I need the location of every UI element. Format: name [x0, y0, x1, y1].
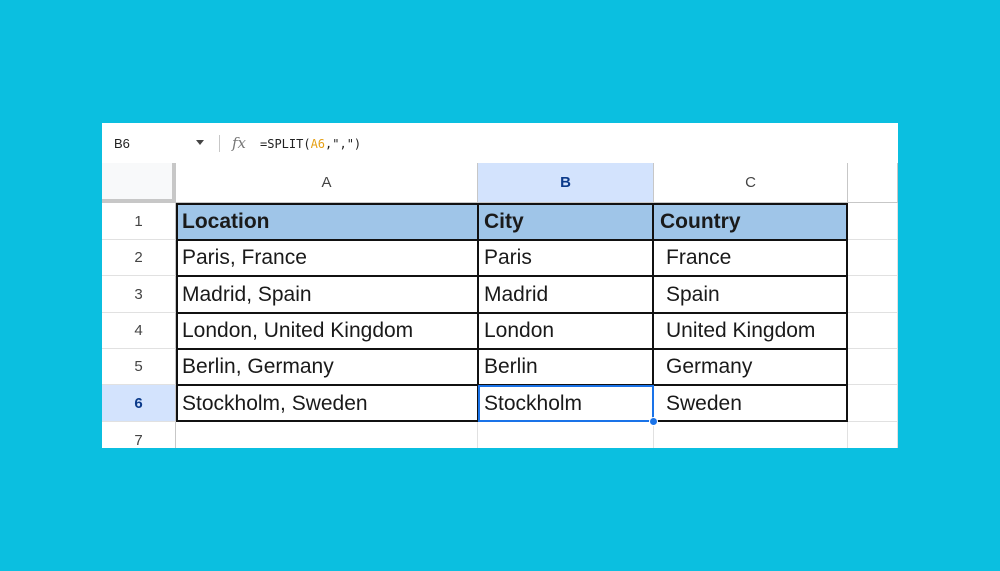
cell-a6[interactable]: Stockholm, Sweden	[176, 385, 478, 422]
row-header-3[interactable]: 3	[102, 276, 176, 313]
cell-d3[interactable]	[848, 276, 898, 313]
cell-d5[interactable]	[848, 349, 898, 385]
cell-d7[interactable]	[848, 422, 898, 448]
cell-d1[interactable]	[848, 203, 898, 240]
cell-b3[interactable]: Madrid	[478, 276, 654, 313]
cell-b1[interactable]: City	[478, 203, 654, 240]
cell-d4[interactable]	[848, 313, 898, 349]
cell-c5[interactable]: Germany	[654, 349, 848, 385]
chevron-down-icon[interactable]	[196, 140, 204, 145]
cell-d2[interactable]	[848, 240, 898, 276]
column-header-c[interactable]: C	[654, 163, 848, 203]
cell-a3[interactable]: Madrid, Spain	[176, 276, 478, 313]
column-header-a[interactable]: A	[176, 163, 478, 203]
cell-a1[interactable]: Location	[176, 203, 478, 240]
cell-b6[interactable]: Stockholm	[478, 385, 654, 422]
cell-a4[interactable]: London, United Kingdom	[176, 313, 478, 349]
formula-input[interactable]: =SPLIT(A6,",")	[260, 137, 361, 151]
cell-c3[interactable]: Spain	[654, 276, 848, 313]
spreadsheet: B6 fx =SPLIT(A6,",") A B C 1 2 3 4 5 6 7…	[102, 123, 898, 448]
cell-c2[interactable]: France	[654, 240, 848, 276]
cell-c1[interactable]: Country	[654, 203, 848, 240]
cell-c6[interactable]: Sweden	[654, 385, 848, 422]
row-header-1[interactable]: 1	[102, 203, 176, 240]
name-box[interactable]: B6	[114, 136, 130, 151]
cell-c7[interactable]	[654, 422, 848, 448]
fx-icon: fx	[232, 134, 247, 152]
cell-c4[interactable]: United Kingdom	[654, 313, 848, 349]
cell-b7[interactable]	[478, 422, 654, 448]
row-header-5[interactable]: 5	[102, 349, 176, 385]
cell-a2[interactable]: Paris, France	[176, 240, 478, 276]
column-header-b[interactable]: B	[478, 163, 654, 203]
row-header-4[interactable]: 4	[102, 313, 176, 349]
select-all-corner[interactable]	[102, 163, 176, 203]
cell-d6[interactable]	[848, 385, 898, 422]
cell-b2[interactable]: Paris	[478, 240, 654, 276]
row-header-2[interactable]: 2	[102, 240, 176, 276]
formula-bar: B6 fx =SPLIT(A6,",")	[102, 123, 898, 164]
cell-b5[interactable]: Berlin	[478, 349, 654, 385]
divider	[219, 135, 220, 152]
cell-a7[interactable]	[176, 422, 478, 448]
row-header-6[interactable]: 6	[102, 385, 176, 422]
cell-a5[interactable]: Berlin, Germany	[176, 349, 478, 385]
cell-b4[interactable]: London	[478, 313, 654, 349]
fill-handle[interactable]	[649, 417, 658, 426]
row-header-7[interactable]: 7	[102, 422, 176, 448]
column-header-d[interactable]	[848, 163, 898, 203]
